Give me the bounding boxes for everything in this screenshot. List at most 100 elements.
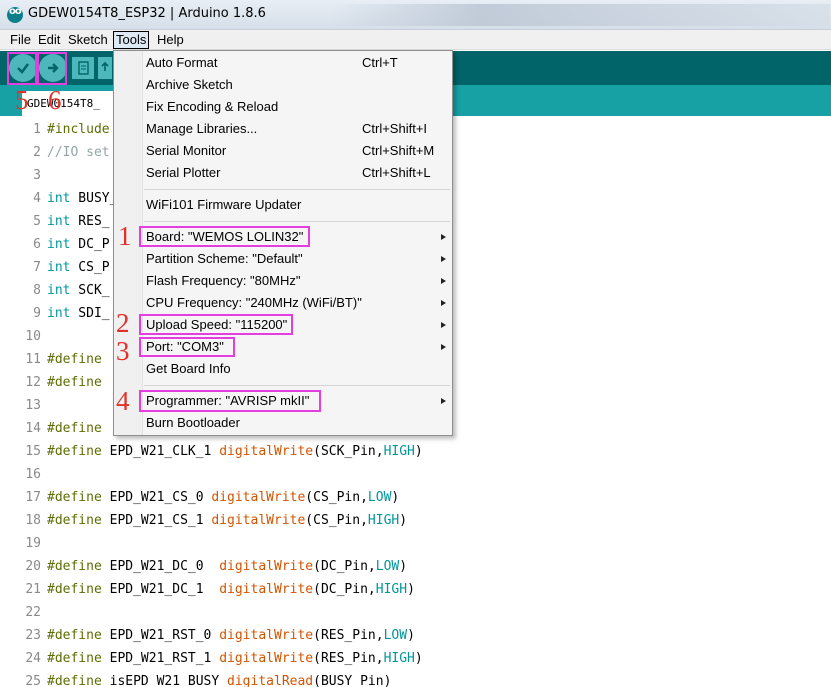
submenu-arrow-icon xyxy=(441,398,446,404)
submenu-arrow-icon xyxy=(441,256,446,262)
menu-file[interactable]: File xyxy=(8,32,33,48)
title-bar: GDEW0154T8_ESP32 | Arduino 1.8.6 xyxy=(0,0,831,30)
menu-item-burn-bootloader[interactable]: Burn Bootloader xyxy=(114,412,452,434)
code-line[interactable]: 20 #define EPD_W21_DC_0 digitalWrite(DC_P… xyxy=(0,555,831,578)
line-number: 7 xyxy=(33,260,41,275)
annotation-4: 4 xyxy=(116,386,130,416)
code-line[interactable]: 24 #define EPD_W21_RST_1 digitalWrite(RES… xyxy=(0,647,831,670)
code-text: #define EPD_W21_CLK_1 digitalWrite(SCK_P… xyxy=(47,444,423,459)
code-text: int BUSY_ xyxy=(47,191,118,206)
line-number: 24 xyxy=(25,651,41,666)
annotation-2: 2 xyxy=(116,308,130,338)
line-number: 16 xyxy=(25,467,41,482)
line-number: 19 xyxy=(25,536,41,551)
line-number: 9 xyxy=(33,306,41,321)
code-line[interactable]: 25 #define isEPD_W21_BUSY digitalRead(BUS… xyxy=(0,670,831,687)
line-number: 18 xyxy=(25,513,41,528)
code-line[interactable]: 15 #define EPD_W21_CLK_1 digitalWrite(SCK… xyxy=(0,440,831,463)
code-line[interactable]: 23 #define EPD_W21_RST_0 digitalWrite(RES… xyxy=(0,624,831,647)
menu-item-wifi101-updater[interactable]: WiFi101 Firmware Updater xyxy=(114,194,452,216)
line-number: 23 xyxy=(25,628,41,643)
code-line[interactable]: 22 xyxy=(0,601,831,624)
code-text: #define EPD_W21_RST_0 digitalWrite(RES_P… xyxy=(47,628,415,643)
line-number: 25 xyxy=(25,674,41,687)
code-text: #define xyxy=(47,375,102,390)
line-number: 14 xyxy=(25,421,41,436)
annotation-5: 5 xyxy=(15,85,29,115)
line-number: 1 xyxy=(33,122,41,137)
annotation-3: 3 xyxy=(116,336,130,366)
line-number: 6 xyxy=(33,237,41,252)
line-number: 20 xyxy=(25,559,41,574)
line-number: 11 xyxy=(25,352,41,367)
menu-edit[interactable]: Edit xyxy=(36,32,62,48)
menu-item-get-board-info[interactable]: Get Board Info xyxy=(114,358,452,380)
code-text: int CS_P xyxy=(47,260,110,275)
line-number: 21 xyxy=(25,582,41,597)
highlight-port xyxy=(139,337,235,357)
menu-sketch[interactable]: Sketch xyxy=(66,32,110,48)
code-line[interactable]: 18 #define EPD_W21_CS_1 digitalWrite(CS_P… xyxy=(0,509,831,532)
open-sketch-button[interactable] xyxy=(98,57,112,79)
menu-tools[interactable]: Tools xyxy=(113,31,150,49)
line-number: 17 xyxy=(25,490,41,505)
line-number: 4 xyxy=(33,191,41,206)
blurred-title-region xyxy=(330,4,830,26)
menu-item-auto-format[interactable]: Auto Format Ctrl+T xyxy=(114,52,452,74)
code-text: #define xyxy=(47,352,102,367)
line-number: 2 xyxy=(33,145,41,160)
code-text: int SDI_ xyxy=(47,306,110,321)
line-number: 5 xyxy=(33,214,41,229)
highlight-board xyxy=(139,226,310,247)
tab-sketch[interactable]: GDEW0154T8_ xyxy=(22,91,118,116)
code-text: #define EPD_W21_DC_0 digitalWrite(DC_Pin… xyxy=(47,559,408,574)
code-text: #define EPD_W21_DC_1 digitalWrite(DC_Pin… xyxy=(47,582,415,597)
code-text: #define isEPD_W21_BUSY digitalRead(BUSY_… xyxy=(47,674,392,687)
menu-item-cpu-frequency[interactable]: CPU Frequency: "240MHz (WiFi/BT)" xyxy=(114,292,452,314)
code-text: #define EPD_W21_CS_0 digitalWrite(CS_Pin… xyxy=(47,490,400,505)
code-text: #define xyxy=(47,421,102,436)
line-number: 12 xyxy=(25,375,41,390)
submenu-arrow-icon xyxy=(441,278,446,284)
submenu-arrow-icon xyxy=(441,300,446,306)
menu-bar: File Edit Sketch Tools Help xyxy=(0,30,831,50)
annotation-6: 6 xyxy=(48,85,62,115)
code-text: int DC_P xyxy=(47,237,110,252)
code-text: //IO set xyxy=(47,145,110,160)
highlight-programmer xyxy=(139,390,321,412)
arduino-logo-icon xyxy=(7,6,23,23)
menu-item-serial-monitor[interactable]: Serial Monitor Ctrl+Shift+M xyxy=(114,140,452,162)
new-icon xyxy=(78,61,89,75)
annotation-1: 1 xyxy=(118,221,132,251)
menu-item-archive-sketch[interactable]: Archive Sketch xyxy=(114,74,452,96)
menu-separator xyxy=(144,189,450,190)
submenu-arrow-icon xyxy=(441,234,446,240)
code-text: int RES_ xyxy=(47,214,110,229)
menu-item-flash-frequency[interactable]: Flash Frequency: "80MHz" xyxy=(114,270,452,292)
menu-item-fix-encoding[interactable]: Fix Encoding & Reload xyxy=(114,96,452,118)
open-icon xyxy=(101,61,109,71)
menu-item-serial-plotter[interactable]: Serial Plotter Ctrl+Shift+L xyxy=(114,162,452,184)
line-number: 3 xyxy=(33,168,41,183)
code-line[interactable]: 19 xyxy=(0,532,831,555)
code-text: #define EPD_W21_CS_1 digitalWrite(CS_Pin… xyxy=(47,513,408,528)
line-number: 8 xyxy=(33,283,41,298)
code-line[interactable]: 16 xyxy=(0,463,831,486)
line-number: 13 xyxy=(25,398,41,413)
submenu-arrow-icon xyxy=(441,344,446,350)
code-line[interactable]: 21 #define EPD_W21_DC_1 digitalWrite(DC_P… xyxy=(0,578,831,601)
line-number: 10 xyxy=(25,329,41,344)
code-line[interactable]: 17 #define EPD_W21_CS_0 digitalWrite(CS_P… xyxy=(0,486,831,509)
menu-separator xyxy=(144,221,450,222)
menu-item-partition-scheme[interactable]: Partition Scheme: "Default" xyxy=(114,248,452,270)
window-title: GDEW0154T8_ESP32 | Arduino 1.8.6 xyxy=(28,6,266,21)
code-text: #define EPD_W21_RST_1 digitalWrite(RES_P… xyxy=(47,651,423,666)
menu-help[interactable]: Help xyxy=(155,32,186,48)
menu-item-manage-libraries[interactable]: Manage Libraries... Ctrl+Shift+I xyxy=(114,118,452,140)
code-text: #include xyxy=(47,122,110,137)
submenu-arrow-icon xyxy=(441,322,446,328)
code-text: int SCK_ xyxy=(47,283,110,298)
new-sketch-button[interactable] xyxy=(72,57,94,79)
highlight-upload xyxy=(37,52,67,85)
menu-separator xyxy=(144,385,450,386)
